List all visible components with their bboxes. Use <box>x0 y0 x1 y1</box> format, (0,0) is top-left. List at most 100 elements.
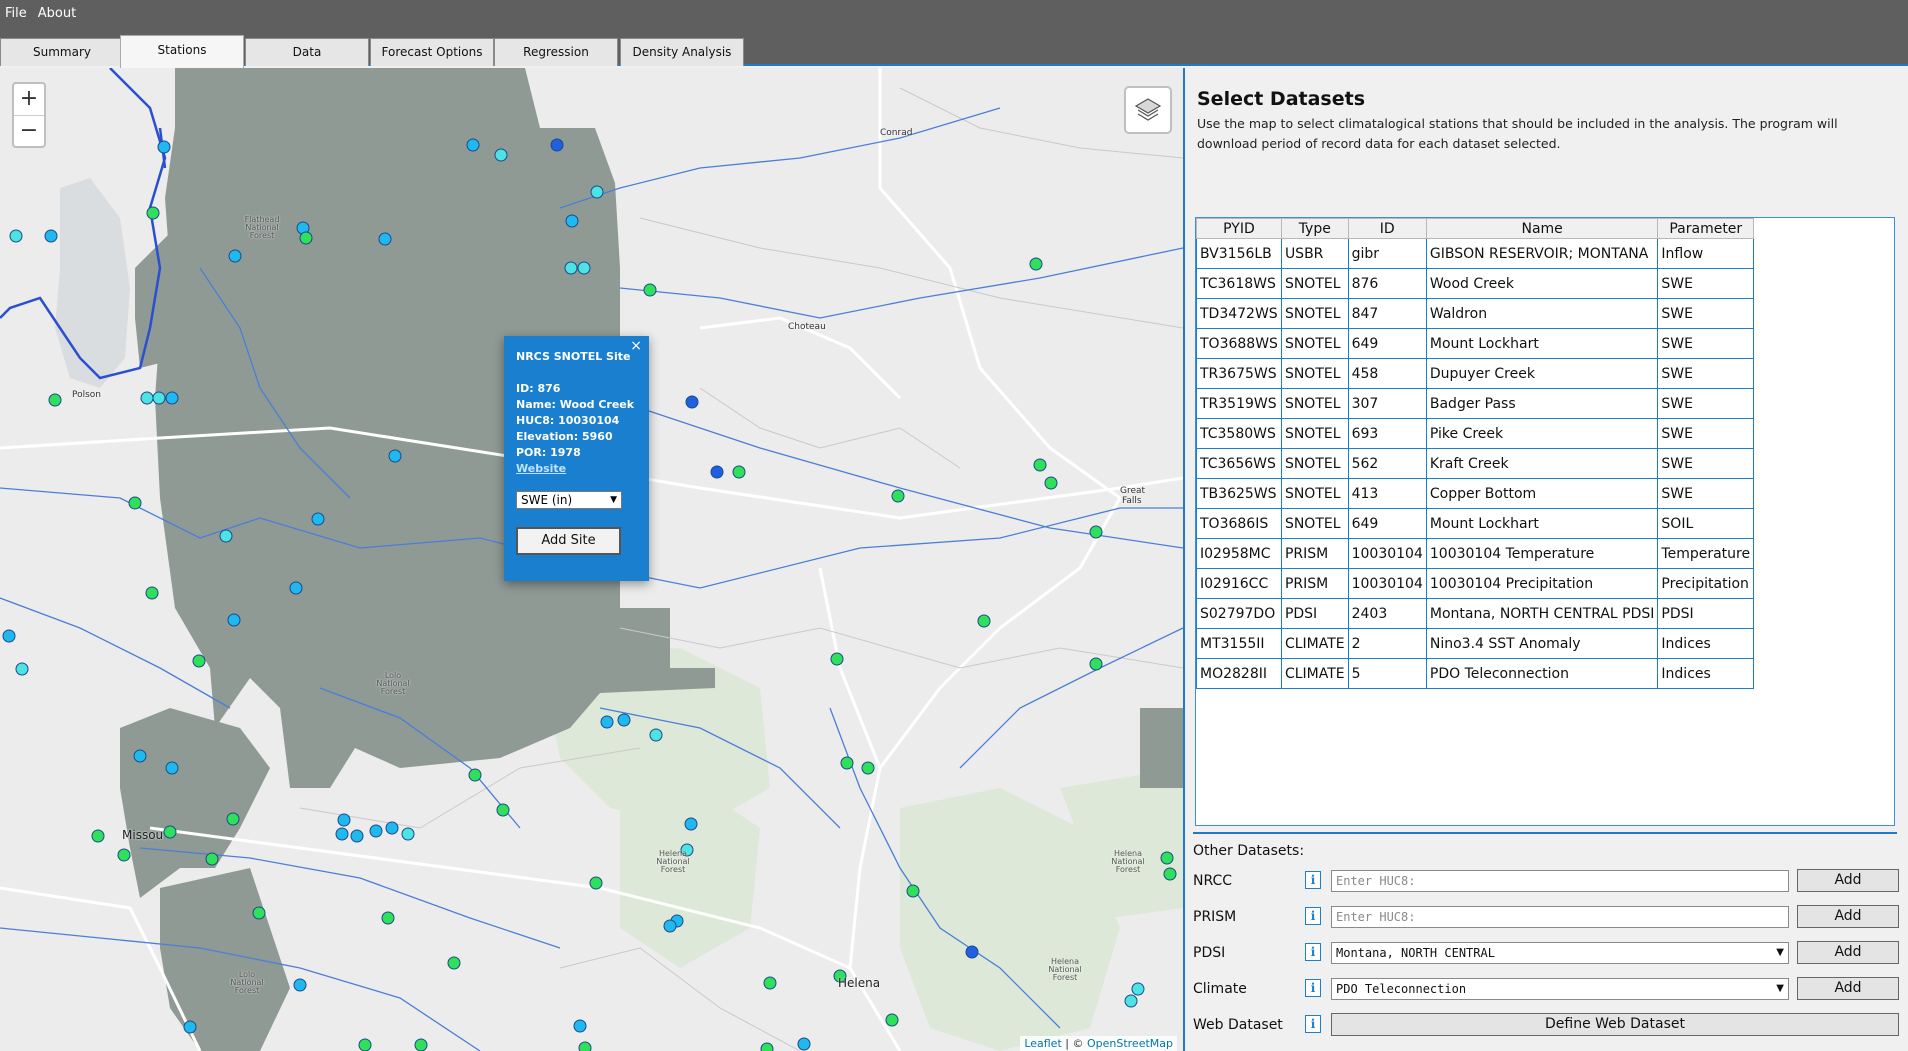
nrcc-huc8-input[interactable]: Enter HUC8: <box>1331 870 1789 892</box>
table-row[interactable]: TO3688WS SNOTEL 649 Mount Lockhart SWE <box>1196 328 1755 359</box>
nrcc-add-button[interactable]: Add <box>1797 869 1899 892</box>
info-icon[interactable]: i <box>1305 871 1321 889</box>
column-header-parameter[interactable]: Parameter <box>1657 218 1755 239</box>
table-row[interactable]: TO3686IS SNOTEL 649 Mount Lockhart SOIL <box>1196 508 1755 539</box>
table-row[interactable]: I02916CC PRISM 10030104 10030104 Precipitat… <box>1196 568 1755 599</box>
cell-name: Copper Bottom <box>1425 478 1659 509</box>
add-site-button[interactable]: Add Site <box>516 527 621 555</box>
cell-pyid: MO2828II <box>1196 658 1282 689</box>
info-icon[interactable]: i <box>1305 907 1321 925</box>
station-marker-climate <box>760 1042 774 1051</box>
cell-name: 10030104 Temperature <box>1425 538 1659 569</box>
station-marker-climate <box>447 956 461 970</box>
pdsi-label: PDSI <box>1193 945 1226 961</box>
cell-name: Mount Lockhart <box>1425 508 1659 539</box>
cell-type: SNOTEL <box>1280 508 1349 539</box>
station-marker-snotel <box>565 214 579 228</box>
popup-website-link[interactable]: Website <box>516 462 566 475</box>
climate-add-button[interactable]: Add <box>1797 977 1899 1000</box>
station-marker-climate <box>117 848 131 862</box>
table-row[interactable]: S02797DO PDSI 2403 Montana, NORTH CENTRAL P… <box>1196 598 1755 629</box>
pdsi-add-button[interactable]: Add <box>1797 941 1899 964</box>
info-icon[interactable]: i <box>1305 979 1321 997</box>
station-map[interactable]: Conrad Choteau Polson Great Falls Missou… <box>0 68 1183 1051</box>
osm-link[interactable]: OpenStreetMap <box>1087 1037 1173 1050</box>
column-header-pyid[interactable]: PYID <box>1196 218 1282 239</box>
table-row[interactable]: TB3625WS SNOTEL 413 Copper Bottom SWE <box>1196 478 1755 509</box>
cell-id: 413 <box>1347 478 1427 509</box>
table-row[interactable]: BV3156LB USBR gibr GIBSON RESERVOIR; MONTAN… <box>1196 238 1755 269</box>
cell-id: 847 <box>1347 298 1427 329</box>
info-icon[interactable]: i <box>1305 943 1321 961</box>
pdsi-select[interactable]: Montana, NORTH CENTRAL ▼ <box>1331 942 1789 964</box>
prism-huc8-input[interactable]: Enter HUC8: <box>1331 906 1789 928</box>
place-label-helena-nf: Helena National Forest <box>656 849 690 874</box>
station-marker-snotel <box>140 391 154 405</box>
station-marker-snotel <box>494 148 508 162</box>
popup-parameter-select[interactable]: SWE (in) ▼ <box>516 491 622 509</box>
table-row[interactable]: TC3656WS SNOTEL 562 Kraft Creek SWE <box>1196 448 1755 479</box>
column-header-id[interactable]: ID <box>1347 218 1427 239</box>
cell-type: PDSI <box>1280 598 1349 629</box>
cell-name: 10030104 Precipitation <box>1425 568 1659 599</box>
station-marker-snotel <box>289 581 303 595</box>
cell-parameter: Temperature <box>1657 538 1755 569</box>
cell-type: PRISM <box>1280 568 1349 599</box>
tab-stations[interactable]: Stations <box>120 35 244 68</box>
table-row[interactable]: I02958MC PRISM 10030104 10030104 Temperatur… <box>1196 538 1755 569</box>
station-marker-climate <box>145 586 159 600</box>
zoom-out-button[interactable]: − <box>14 115 44 146</box>
leaflet-link[interactable]: Leaflet <box>1024 1037 1061 1050</box>
tab-density-analysis[interactable]: Density Analysis <box>620 38 744 66</box>
table-row[interactable]: TD3472WS SNOTEL 847 Waldron SWE <box>1196 298 1755 329</box>
table-row[interactable]: TC3618WS SNOTEL 876 Wood Creek SWE <box>1196 268 1755 299</box>
tab-summary[interactable]: Summary <box>0 38 124 66</box>
popup-name: Name: Wood Creek <box>516 398 635 411</box>
cell-name: GIBSON RESERVOIR; MONTANA <box>1425 238 1659 269</box>
define-web-dataset-button[interactable]: Define Web Dataset <box>1331 1013 1899 1036</box>
place-label-flathead-nf: Flathead National Forest <box>244 215 280 240</box>
column-header-name[interactable]: Name <box>1425 218 1659 239</box>
zoom-control: + − <box>12 82 46 148</box>
layers-button[interactable] <box>1124 86 1172 134</box>
station-marker-climate <box>128 496 142 510</box>
station-marker-snotel <box>2 629 16 643</box>
station-marker-snotel <box>649 728 663 742</box>
station-marker-snotel <box>9 229 23 243</box>
dropdown-arrow-icon: ▼ <box>610 495 617 505</box>
cell-pyid: S02797DO <box>1196 598 1282 629</box>
popup-close-button[interactable]: × <box>630 338 642 354</box>
cell-parameter: SWE <box>1657 268 1755 299</box>
table-row[interactable]: TR3519WS SNOTEL 307 Badger Pass SWE <box>1196 388 1755 419</box>
station-marker-snotel <box>152 391 166 405</box>
dropdown-arrow-icon: ▼ <box>1776 947 1784 958</box>
layers-icon <box>1134 98 1162 121</box>
table-row[interactable]: MO2828II CLIMATE 5 PDO Teleconnection Indice… <box>1196 658 1755 689</box>
tab-regression[interactable]: Regression <box>494 38 618 66</box>
station-popup: × NRCS SNOTEL Site ID: 876 Name: Wood Cr… <box>504 336 649 581</box>
popup-parameter-value: SWE (in) <box>521 493 573 507</box>
tab-forecast-options[interactable]: Forecast Options <box>370 38 494 66</box>
station-marker-snotel <box>564 261 578 275</box>
station-marker-climate <box>496 803 510 817</box>
station-marker-climate <box>192 654 206 668</box>
forest-area <box>1140 708 1183 788</box>
tab-data[interactable]: Data <box>245 38 369 66</box>
menu-about[interactable]: About <box>35 6 84 21</box>
station-marker-snotel <box>157 140 171 154</box>
zoom-in-button[interactable]: + <box>14 84 44 115</box>
column-header-type[interactable]: Type <box>1280 218 1349 239</box>
info-icon[interactable]: i <box>1305 1015 1321 1033</box>
place-label-conrad: Conrad <box>880 128 913 138</box>
station-marker-climate <box>48 393 62 407</box>
climate-select[interactable]: PDO Teleconnection ▼ <box>1331 978 1789 1000</box>
station-marker-climate <box>226 812 240 826</box>
prism-add-button[interactable]: Add <box>1797 905 1899 928</box>
datasets-table-container[interactable]: PYID Type ID Name Parameter BV3156LB USBR… <box>1195 217 1895 826</box>
cell-parameter: Precipitation <box>1657 568 1755 599</box>
popup-elevation: Elevation: 5960 <box>516 430 613 443</box>
menu-file[interactable]: File <box>2 6 35 21</box>
table-row[interactable]: MT3155II CLIMATE 2 Nino3.4 SST Anomaly Indic… <box>1196 628 1755 659</box>
table-row[interactable]: TC3580WS SNOTEL 693 Pike Creek SWE <box>1196 418 1755 449</box>
table-row[interactable]: TR3675WS SNOTEL 458 Dupuyer Creek SWE <box>1196 358 1755 389</box>
